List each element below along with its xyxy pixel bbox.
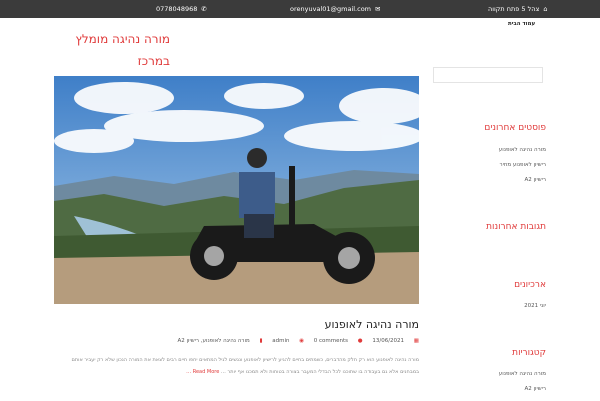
topbar-address: צהל 5 פתח תקווה ⌂ <box>488 5 548 13</box>
folder-icon: ▮ <box>259 338 263 344</box>
recent-comments-title: תגובות אחרונות <box>486 222 546 232</box>
post-date[interactable]: 13/06/2021 <box>372 338 404 344</box>
comment-icon: ◉ <box>299 338 305 344</box>
home-icon: ⌂ <box>543 5 548 13</box>
phone-text[interactable]: 0778048968 <box>156 5 197 13</box>
email-text[interactable]: orenyuval01@gmail.com <box>290 5 371 13</box>
post-meta: ▦ 13/06/2021 ● admin ◉ 0 comments ▮ מורה… <box>54 338 419 344</box>
topbar-email[interactable]: orenyuval01@gmail.com ✉ <box>290 5 380 13</box>
recent-post-item[interactable]: רישיון לאופנוע מחיר <box>430 162 547 177</box>
top-bar: צהל 5 פתח תקווה ⌂ orenyuval01@gmail.com … <box>0 0 600 18</box>
motorcycle-image <box>54 76 419 304</box>
recent-posts-title: פוסטים אחרונים <box>484 123 546 133</box>
address-text: צהל 5 פתח תקווה <box>488 5 540 13</box>
recent-post-item[interactable]: רישיון A2 <box>430 177 546 192</box>
user-icon: ● <box>357 338 363 344</box>
calendar-icon: ▦ <box>413 338 419 344</box>
menu-item-home[interactable]: עמוד הבית <box>508 21 535 27</box>
post-categories[interactable]: מורה נהיגה לאופנוע, רישיון A2 <box>178 338 250 344</box>
featured-image[interactable] <box>54 76 419 304</box>
archive-item[interactable]: יוני 2021 <box>430 303 546 318</box>
topbar-phone[interactable]: 0778048968 ✆ <box>156 5 207 13</box>
phone-icon: ✆ <box>201 5 207 13</box>
search-input[interactable] <box>433 67 543 83</box>
read-more-link[interactable]: Read More … <box>186 369 219 375</box>
archives-title: ארכיונים <box>514 280 546 290</box>
recent-post-item[interactable]: מורה נהיגה לאופנוע <box>430 147 546 162</box>
archives-list: יוני 2021 <box>430 303 546 318</box>
post-comments[interactable]: 0 comments <box>314 338 348 344</box>
category-item[interactable]: רישיון A2 <box>430 386 546 401</box>
excerpt-text: מורה נהיגה לאופנוע הוא רק חלק מהדברים, כ… <box>71 357 419 375</box>
post-author[interactable]: admin <box>272 338 289 344</box>
categories-title: קטגוריות <box>512 348 546 358</box>
category-item[interactable]: מורה נהיגה לאופנוע <box>430 371 546 386</box>
site-title[interactable]: מורה נהיגה מומלץ במרכז <box>60 28 170 72</box>
envelope-icon: ✉ <box>375 5 381 13</box>
post-excerpt: מורה נהיגה לאופנוע הוא רק חלק מהדברים, כ… <box>54 354 419 378</box>
categories-list: מורה נהיגה לאופנוע רישיון A2 <box>430 371 546 401</box>
recent-posts-list: מורה נהיגה לאופנוע רישיון לאופנוע מחיר ר… <box>430 147 546 192</box>
post-title[interactable]: מורה נהיגה לאופנוע <box>54 318 419 331</box>
menu-home-label[interactable]: עמוד הבית <box>508 21 535 27</box>
